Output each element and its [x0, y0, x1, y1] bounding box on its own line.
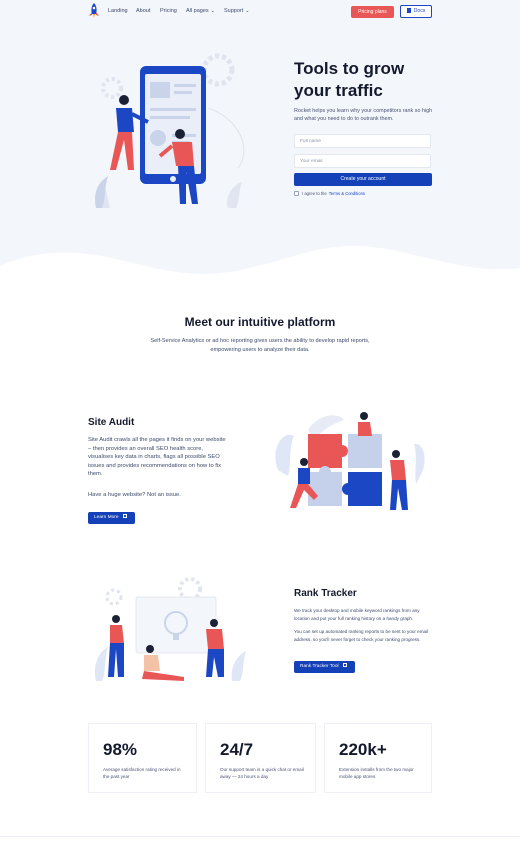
nav-link-pricing[interactable]: Pricing: [160, 8, 177, 14]
rank-tracker-tool-button[interactable]: Rank Tracker Tool: [294, 661, 355, 673]
external-link-icon: [122, 514, 127, 518]
hero-subtitle: Rocket helps you learn why your competit…: [294, 108, 433, 122]
rank-tracker-illustration: [94, 577, 246, 681]
agree-text: I agree to the: [302, 191, 327, 196]
rank-tracker-title: Rank Tracker: [294, 588, 357, 599]
nav-link-label: All pages: [186, 8, 209, 14]
stat-value: 220k+: [339, 740, 387, 759]
rocket-logo-icon[interactable]: [88, 3, 100, 19]
terms-checkbox[interactable]: [294, 191, 299, 196]
chevron-down-icon: ⌄: [210, 8, 215, 14]
hero-wave-divider: [0, 245, 520, 288]
stat-card-satisfaction: 98% Average satisfaction rating received…: [88, 723, 197, 793]
external-link-icon: [342, 663, 347, 667]
nav-link-all-pages[interactable]: All pages ⌄: [186, 8, 215, 14]
email-input[interactable]: [294, 154, 431, 168]
learn-more-button[interactable]: Learn More: [88, 512, 135, 524]
rank-tracker-paragraph-2: You can set up automated ranking reports…: [294, 629, 429, 642]
rank-tracker-tool-label: Rank Tracker Tool: [300, 664, 339, 669]
docs-label: Docs: [413, 8, 426, 14]
site-audit-text: Site Audit crawls all the pages it finds…: [88, 437, 226, 477]
site-audit-question: Have a huge website? Not an issue.: [88, 492, 181, 498]
stat-description: Average satisfaction rating received in …: [103, 767, 181, 779]
docs-button[interactable]: Docs: [400, 5, 432, 18]
terms-agreement: I agree to the Terms & Conditions: [294, 191, 365, 196]
platform-description: Self-Service Analytics or ad hoc reporti…: [150, 338, 370, 353]
full-name-input[interactable]: [294, 134, 431, 148]
footer-divider: [0, 836, 520, 837]
stat-value: 98%: [103, 740, 138, 759]
hero-illustration: [95, 53, 245, 208]
chevron-down-icon: ⌄: [245, 8, 250, 14]
nav-link-support[interactable]: Support ⌄: [224, 8, 249, 14]
nav-link-label: Support: [224, 8, 244, 14]
nav-link-about[interactable]: About: [136, 8, 150, 14]
stat-card-support: 24/7 Our support team is a quick chat or…: [205, 723, 316, 793]
hero-title: Tools to grow your traffic: [294, 59, 405, 100]
nav-link-landing[interactable]: Landing: [108, 8, 128, 14]
site-audit-title: Site Audit: [88, 417, 135, 428]
create-account-button[interactable]: Create your account: [294, 173, 432, 186]
rank-tracker-paragraph-1: We track your desktop and mobile keyword…: [294, 608, 420, 621]
terms-link[interactable]: Terms & Conditions: [329, 191, 365, 196]
document-icon: [406, 8, 411, 13]
stat-value: 24/7: [220, 740, 254, 759]
stat-description: Extension installs from the two major mo…: [339, 767, 414, 779]
learn-more-label: Learn More: [94, 515, 119, 520]
stat-card-installs: 220k+ Extension installs from the two ma…: [324, 723, 432, 793]
stat-description: Our support team is a quick chat or emai…: [220, 767, 304, 779]
puzzle-illustration: [275, 412, 425, 510]
top-navbar: Landing About Pricing All pages ⌄ Support…: [0, 0, 520, 24]
pricing-plans-button[interactable]: Pricing plans: [351, 6, 394, 18]
platform-title: Meet our intuitive platform: [184, 315, 336, 329]
